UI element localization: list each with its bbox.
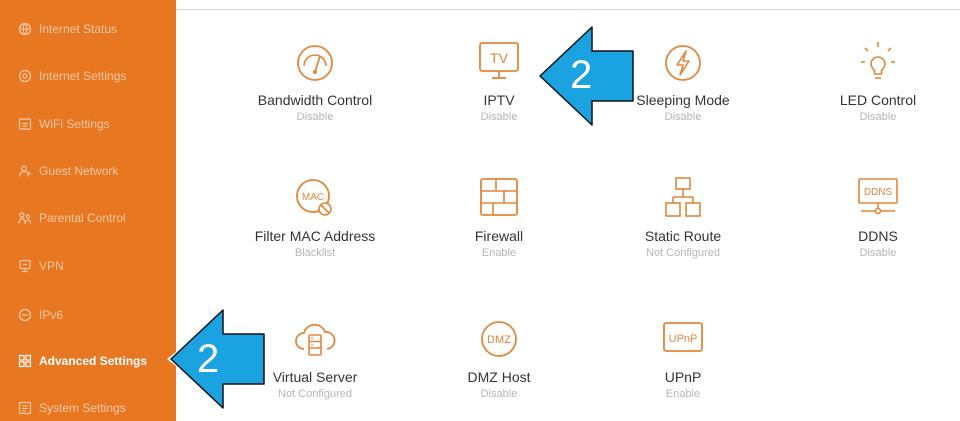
globe-icon [18,22,32,36]
grid-icon [18,354,32,368]
system-icon [18,401,32,415]
sidebar-item-vpn[interactable]: VPN [18,256,64,276]
top-divider [176,9,960,10]
guest-icon [18,164,32,178]
tile-status: Disable [859,111,897,123]
tile-name: Bandwidth Control [257,92,373,108]
tile-led-control[interactable]: LED Control Disable [788,42,960,124]
sidebar-item-label: IPv6 [39,308,64,322]
sidebar-item-wifi-settings[interactable]: WiFi Settings [18,114,110,134]
sidebar-item-label: WiFi Settings [39,117,110,131]
tile-status: Disable [296,111,334,123]
tile-firewall[interactable]: Firewall Enable [409,178,589,260]
family-icon [18,211,32,225]
mac-icon-text: MAC [302,192,324,203]
tile-status: Disable [480,388,518,400]
sidebar-item-system-settings[interactable]: System Settings [18,398,126,418]
callout-number: 2 [197,337,220,381]
callout-arrow-top: 2 [537,25,637,128]
tile-name: UPnP [664,369,702,385]
upnp-icon: UPnP [660,319,706,359]
tile-status: Not Configured [646,247,720,259]
route-icon [660,177,706,218]
tile-name: Static Route [644,228,722,244]
tile-upnp[interactable]: UPnP UPnP Enable [593,319,773,401]
ddns-icon: DDNS [855,178,901,218]
callout-arrow-bottom: 2 [168,308,268,411]
firewall-icon [476,178,522,218]
sidebar-item-ipv6[interactable]: IPv6 [18,305,63,325]
upnp-icon-text: UPnP [669,333,698,345]
tile-status: Disable [859,247,897,259]
tile-name: LED Control [839,92,917,108]
sidebar-item-label: Internet Settings [39,69,127,83]
settings-icon [18,69,32,83]
tile-ddns[interactable]: DDNS DDNS Disable [788,178,960,260]
tile-dmz-host[interactable]: DMZ DMZ Host Disable [409,319,589,401]
tile-static-route[interactable]: Static Route Not Configured [593,177,773,260]
sidebar-item-label: Guest Network [39,164,119,178]
sidebar-item-advanced-settings[interactable]: Advanced Settings [18,351,147,371]
tile-status: Enable [481,247,517,259]
gauge-icon [292,42,338,82]
tv-icon-text: TV [490,50,509,66]
sidebar: Internet Status Internet Settings WiFi S… [0,0,176,421]
sidebar-item-label: System Settings [39,401,126,415]
sidebar-item-guest-network[interactable]: Guest Network [18,161,118,181]
tile-name: DDNS [858,228,898,244]
tile-name: Filter MAC Address [254,228,376,244]
tile-status: Enable [665,388,701,400]
tile-status: Blacklist [294,247,336,259]
dmz-icon: DMZ [476,319,522,359]
wifi-icon [18,117,32,131]
sidebar-item-label: Parental Control [39,211,126,225]
sidebar-item-label: VPN [39,259,64,273]
tile-bandwidth-control[interactable]: Bandwidth Control Disable [225,42,405,124]
ipv6-icon [18,308,32,322]
cloud-server-icon [292,319,338,359]
led-bulb-icon [855,42,901,82]
ddns-icon-text: DDNS [864,187,893,198]
dmz-icon-text: DMZ [487,334,511,346]
sidebar-item-label: Internet Status [39,22,118,36]
tv-icon: TV [476,42,522,82]
callout-number: 2 [570,53,593,97]
tile-filter-mac-address[interactable]: MAC Filter MAC Address Blacklist [225,178,405,260]
mac-filter-icon: MAC [292,178,338,218]
tile-name: DMZ Host [467,369,531,385]
sidebar-item-label: Advanced Settings [39,354,148,368]
bolt-icon [660,42,706,82]
sidebar-item-internet-settings[interactable]: Internet Settings [18,66,126,86]
tile-name: Firewall [474,228,524,244]
sidebar-item-internet-status[interactable]: Internet Status [18,19,117,39]
sidebar-item-parental-control[interactable]: Parental Control [18,208,126,228]
vpn-icon [18,259,32,273]
